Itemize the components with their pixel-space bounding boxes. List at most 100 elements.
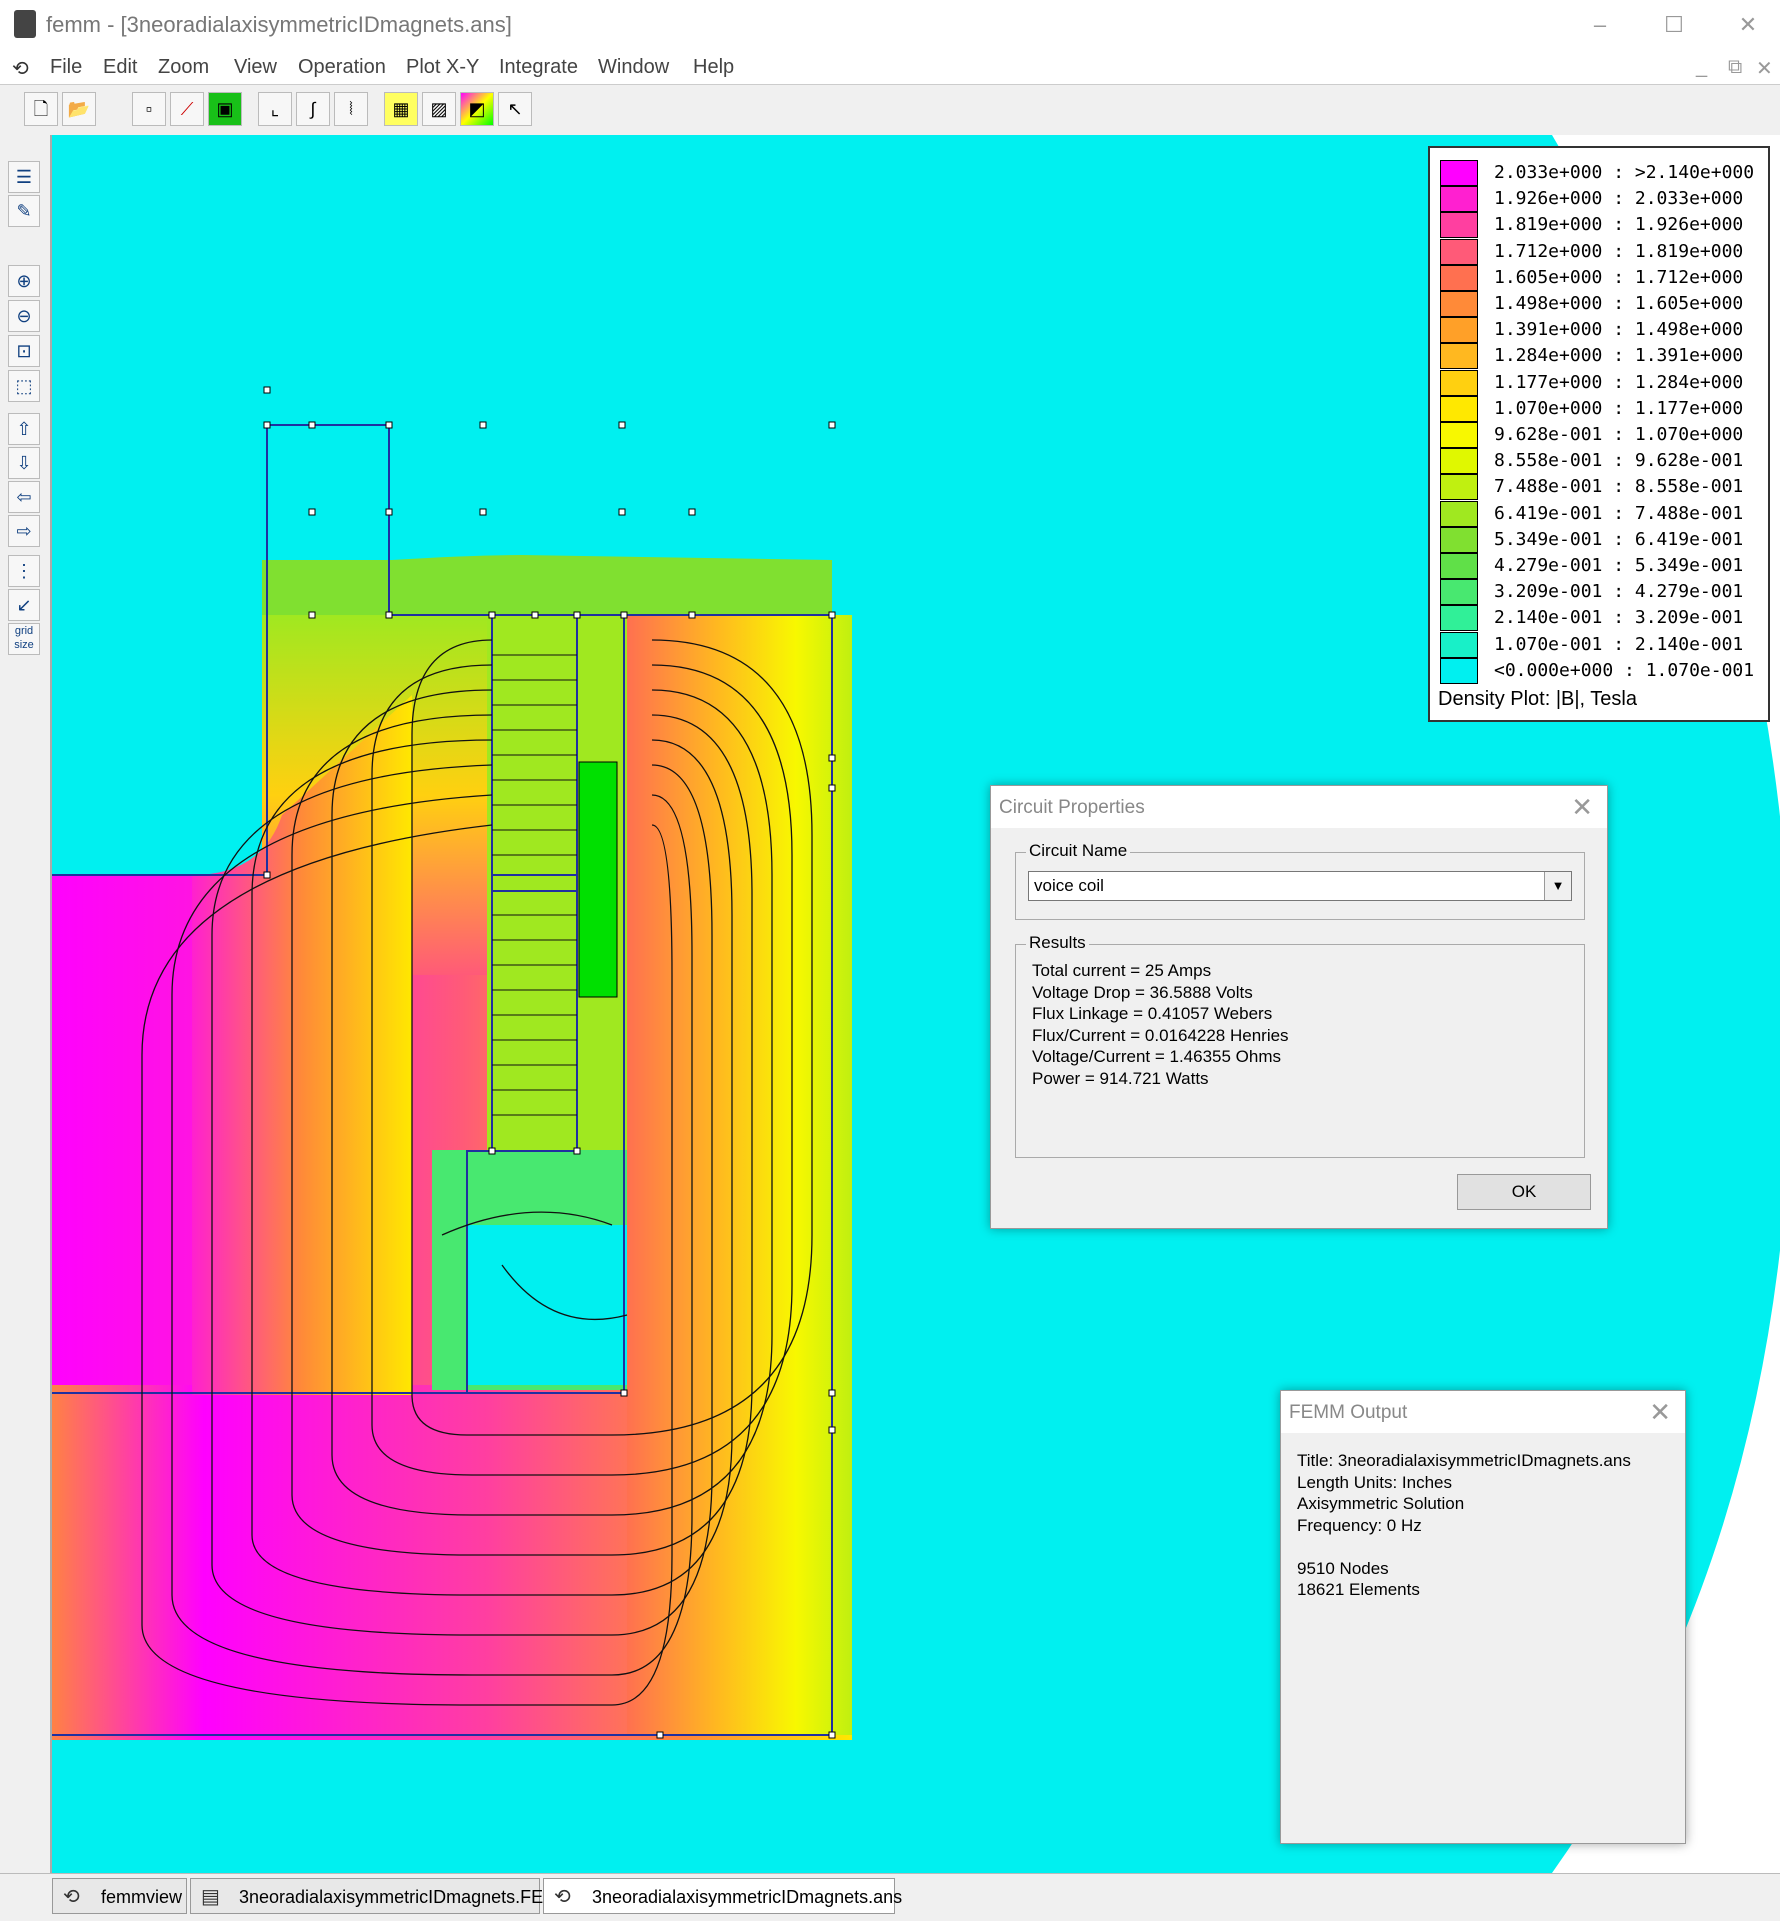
femm-output-dialog: FEMM Output ✕ Title: 3neoradialaxisymmet… xyxy=(1280,1390,1686,1844)
minimize-icon[interactable]: – xyxy=(1580,10,1620,40)
legend-range-label: <0.000e+000 : 1.070e-001 xyxy=(1494,659,1755,681)
legend-swatch xyxy=(1440,264,1478,291)
tab-fem-file[interactable]: ▤ 3neoradialaxisymmetricIDmagnets.FEM xyxy=(190,1878,558,1914)
legend-caption: Density Plot: |B|, Tesla xyxy=(1438,688,1637,710)
menu-operation[interactable]: Operation xyxy=(298,56,386,79)
legend-swatch xyxy=(1440,448,1478,475)
close-icon[interactable]: ✕ xyxy=(1571,792,1593,823)
legend-range-label: 2.033e+000 : >2.140e+000 xyxy=(1494,162,1755,183)
edit-properties-icon[interactable]: ✎ xyxy=(8,195,40,227)
legend-range-label: 1.498e+000 : 1.605e+000 xyxy=(1494,293,1744,314)
toolbar: 🗋 📂 ▫ ⟋ ▣ ⌞ ∫ ⦚ ▦ ▨ ◩ ↖ xyxy=(0,84,1780,136)
child-close-icon[interactable]: ✕ xyxy=(1756,56,1773,81)
contour-mode-icon[interactable]: ⟋ xyxy=(170,92,204,126)
circuit-name-select[interactable]: voice coil ▼ xyxy=(1028,871,1572,901)
tab-ans-file-label: 3neoradialaxisymmetricIDmagnets.ans xyxy=(592,1887,903,1907)
legend-swatch xyxy=(1440,605,1478,632)
legend-swatch xyxy=(1440,474,1478,501)
grid-size-icon[interactable]: grid size xyxy=(8,623,40,655)
close-icon[interactable]: ✕ xyxy=(1728,10,1768,40)
tab-femmview[interactable]: ⟲ femmview xyxy=(52,1878,187,1914)
point-mode-icon[interactable]: ▫ xyxy=(132,92,166,126)
pan-down-icon[interactable]: ⇩ xyxy=(8,447,40,479)
legend-swatch xyxy=(1440,657,1478,684)
zoom-in-icon[interactable]: ⊕ xyxy=(8,265,40,297)
result-line: Flux/Current = 0.0164228 Henries xyxy=(1032,1025,1289,1045)
close-icon[interactable]: ✕ xyxy=(1649,1397,1671,1428)
density-plot-icon[interactable]: ◩ xyxy=(460,92,494,126)
new-file-icon[interactable]: 🗋 xyxy=(24,92,58,126)
app-icon xyxy=(14,10,36,38)
menu-zoom[interactable]: Zoom xyxy=(158,56,209,79)
femm-logo-icon: ⟲ xyxy=(63,1886,80,1908)
window-title: femm - [3neoradialaxisymmetricIDmagnets.… xyxy=(46,12,512,37)
chevron-down-icon[interactable]: ▼ xyxy=(1544,872,1571,900)
legend-swatch xyxy=(1440,500,1478,527)
show-mesh-icon[interactable]: ▦ xyxy=(384,92,418,126)
menu-plot-xy[interactable]: Plot X-Y xyxy=(406,56,479,79)
circuit-name-value: voice coil xyxy=(1034,876,1104,895)
pan-left-icon[interactable]: ⇦ xyxy=(8,481,40,513)
menu-view[interactable]: View xyxy=(234,56,277,79)
child-restore-icon[interactable]: ⧉ xyxy=(1728,56,1742,79)
legend-range-label: 1.819e+000 : 1.926e+000 xyxy=(1494,214,1744,236)
menu-integrate[interactable]: Integrate xyxy=(499,56,578,79)
legend-swatch xyxy=(1440,317,1478,344)
maximize-icon[interactable]: ☐ xyxy=(1654,10,1694,40)
menu-file[interactable]: File xyxy=(50,56,82,79)
results-group: Results Total current = 25 Amps Voltage D… xyxy=(1015,933,1585,1158)
legend-range-label: 1.284e+000 : 1.391e+000 xyxy=(1494,345,1744,367)
results-list-icon[interactable]: ☰ xyxy=(8,161,40,193)
snap-grid-icon[interactable]: ↙ xyxy=(8,589,40,621)
line-integral-icon[interactable]: ∫ xyxy=(296,92,330,126)
hide-mesh-icon[interactable]: ▨ xyxy=(422,92,456,126)
menu-edit[interactable]: Edit xyxy=(103,56,137,79)
plot-xy-icon[interactable]: ⌞ xyxy=(258,92,292,126)
result-line: Voltage/Current = 1.46355 Ohms xyxy=(1032,1047,1282,1066)
legend-swatch xyxy=(1440,395,1478,422)
tab-fem-file-label: 3neoradialaxisymmetricIDmagnets.FEM xyxy=(239,1887,559,1907)
legend-swatch xyxy=(1440,553,1478,579)
output-line: Title: 3neoradialaxisymmetricIDmagnets.a… xyxy=(1297,1451,1631,1470)
left-toolbar: ☰ ✎ ⊕ ⊖ ⊡ ⬚ ⇧ ⇩ ⇦ ⇨ ⋮ ↙ grid size xyxy=(0,135,52,1875)
area-mode-icon[interactable]: ▣ xyxy=(208,92,242,126)
zoom-window-icon[interactable]: ⬚ xyxy=(8,370,40,402)
menu-bar: ⟲ File Edit Zoom View Operation Plot X-Y… xyxy=(0,52,1780,84)
menu-help[interactable]: Help xyxy=(693,56,734,79)
legend-range-label: 1.391e+000 : 1.498e+000 xyxy=(1494,319,1744,341)
output-line: Axisymmetric Solution xyxy=(1297,1494,1465,1513)
output-line: Length Units: Inches xyxy=(1297,1472,1452,1492)
zoom-natural-icon[interactable]: ⊡ xyxy=(8,335,40,367)
legend-range-label: 1.070e-001 : 2.140e-001 xyxy=(1494,633,1744,655)
block-integral-icon[interactable]: ⦚ xyxy=(334,92,368,126)
legend-range-label: 2.140e-001 : 3.209e-001 xyxy=(1494,607,1744,629)
ok-button[interactable]: OK xyxy=(1457,1174,1591,1210)
open-folder-icon[interactable]: 📂 xyxy=(62,92,96,126)
zoom-out-icon[interactable]: ⊖ xyxy=(8,300,40,332)
legend-swatch xyxy=(1440,212,1478,239)
legend-swatch xyxy=(1440,631,1478,658)
menu-window[interactable]: Window xyxy=(598,56,669,79)
show-grid-icon[interactable]: ⋮ xyxy=(8,555,40,587)
output-header: FEMM Output ✕ xyxy=(1281,1391,1685,1433)
circuit-name-label: Circuit Name xyxy=(1026,841,1131,861)
legend-swatch xyxy=(1440,422,1478,448)
legend-swatch xyxy=(1440,579,1478,606)
pan-right-icon[interactable]: ⇨ xyxy=(8,515,40,547)
pan-up-icon[interactable]: ⇧ xyxy=(8,413,40,445)
result-line: Flux Linkage = 0.41057 Webers xyxy=(1032,1004,1273,1023)
legend-swatch xyxy=(1440,160,1478,186)
tab-ans-file[interactable]: ⟲ 3neoradialaxisymmetricIDmagnets.ans xyxy=(543,1878,902,1914)
legend-range-label: 5.349e-001 : 6.419e-001 xyxy=(1494,528,1744,550)
legend-range-label: 9.628e-001 : 1.070e+000 xyxy=(1494,424,1744,445)
legend-range-label: 1.177e+000 : 1.284e+000 xyxy=(1494,371,1744,393)
ok-button-label: OK xyxy=(1511,1182,1537,1201)
legend-swatch xyxy=(1440,343,1478,370)
pointer-icon[interactable]: ↖ xyxy=(498,92,532,126)
legend-range-label: 3.209e-001 : 4.279e-001 xyxy=(1494,581,1744,603)
tab-femmview-label: femmview xyxy=(101,1887,183,1907)
density-legend: 2.033e+000 : >2.140e+000 1.926e+000 : 2.0… xyxy=(1428,146,1770,722)
output-line: 9510 Nodes xyxy=(1297,1558,1389,1578)
circuit-name-group: Circuit Name voice coil ▼ xyxy=(1015,841,1585,920)
child-minimize-icon[interactable]: _ xyxy=(1696,56,1707,79)
